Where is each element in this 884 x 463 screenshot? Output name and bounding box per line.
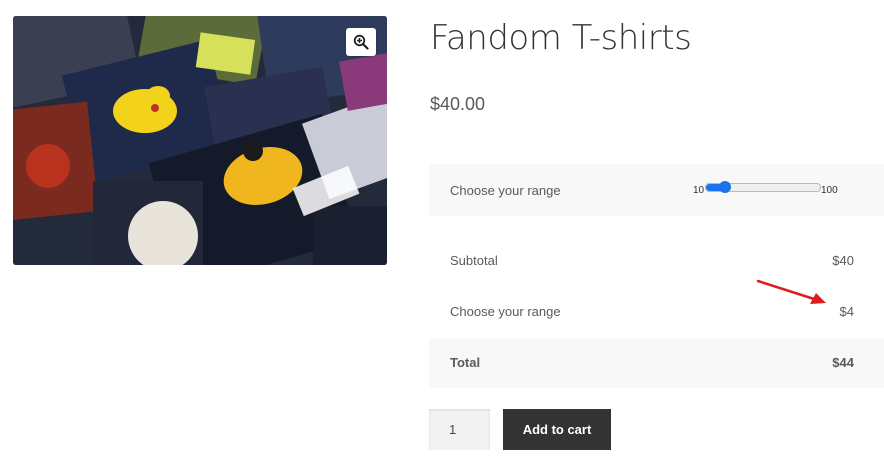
slider-max-label: 100 xyxy=(821,185,838,196)
total-row: Total $44 xyxy=(429,338,884,388)
product-image[interactable] xyxy=(13,16,387,265)
range-cost-value: $4 xyxy=(839,304,854,319)
zoom-in-icon xyxy=(353,34,369,50)
quantity-input[interactable] xyxy=(429,409,490,450)
zoom-button[interactable] xyxy=(346,28,376,56)
add-to-cart-button[interactable]: Add to cart xyxy=(503,409,611,450)
range-slider-thumb[interactable] xyxy=(719,181,731,193)
product-title: Fandom T-shirts xyxy=(430,18,692,58)
range-option-row: Choose your range 10 100 xyxy=(429,164,884,216)
product-price: $40.00 xyxy=(430,94,486,114)
range-option-label: Choose your range xyxy=(450,183,561,198)
total-label: Total xyxy=(450,355,481,370)
range-cost-label: Choose your range xyxy=(450,304,561,319)
tshirt-photo xyxy=(13,16,387,265)
annotation-arrow-icon xyxy=(756,279,826,304)
slider-min-label: 10 xyxy=(693,185,705,196)
subtotal-value: $40 xyxy=(832,253,854,268)
range-slider[interactable] xyxy=(705,181,821,193)
total-value: $44 xyxy=(832,355,854,370)
subtotal-label: Subtotal xyxy=(450,253,498,268)
